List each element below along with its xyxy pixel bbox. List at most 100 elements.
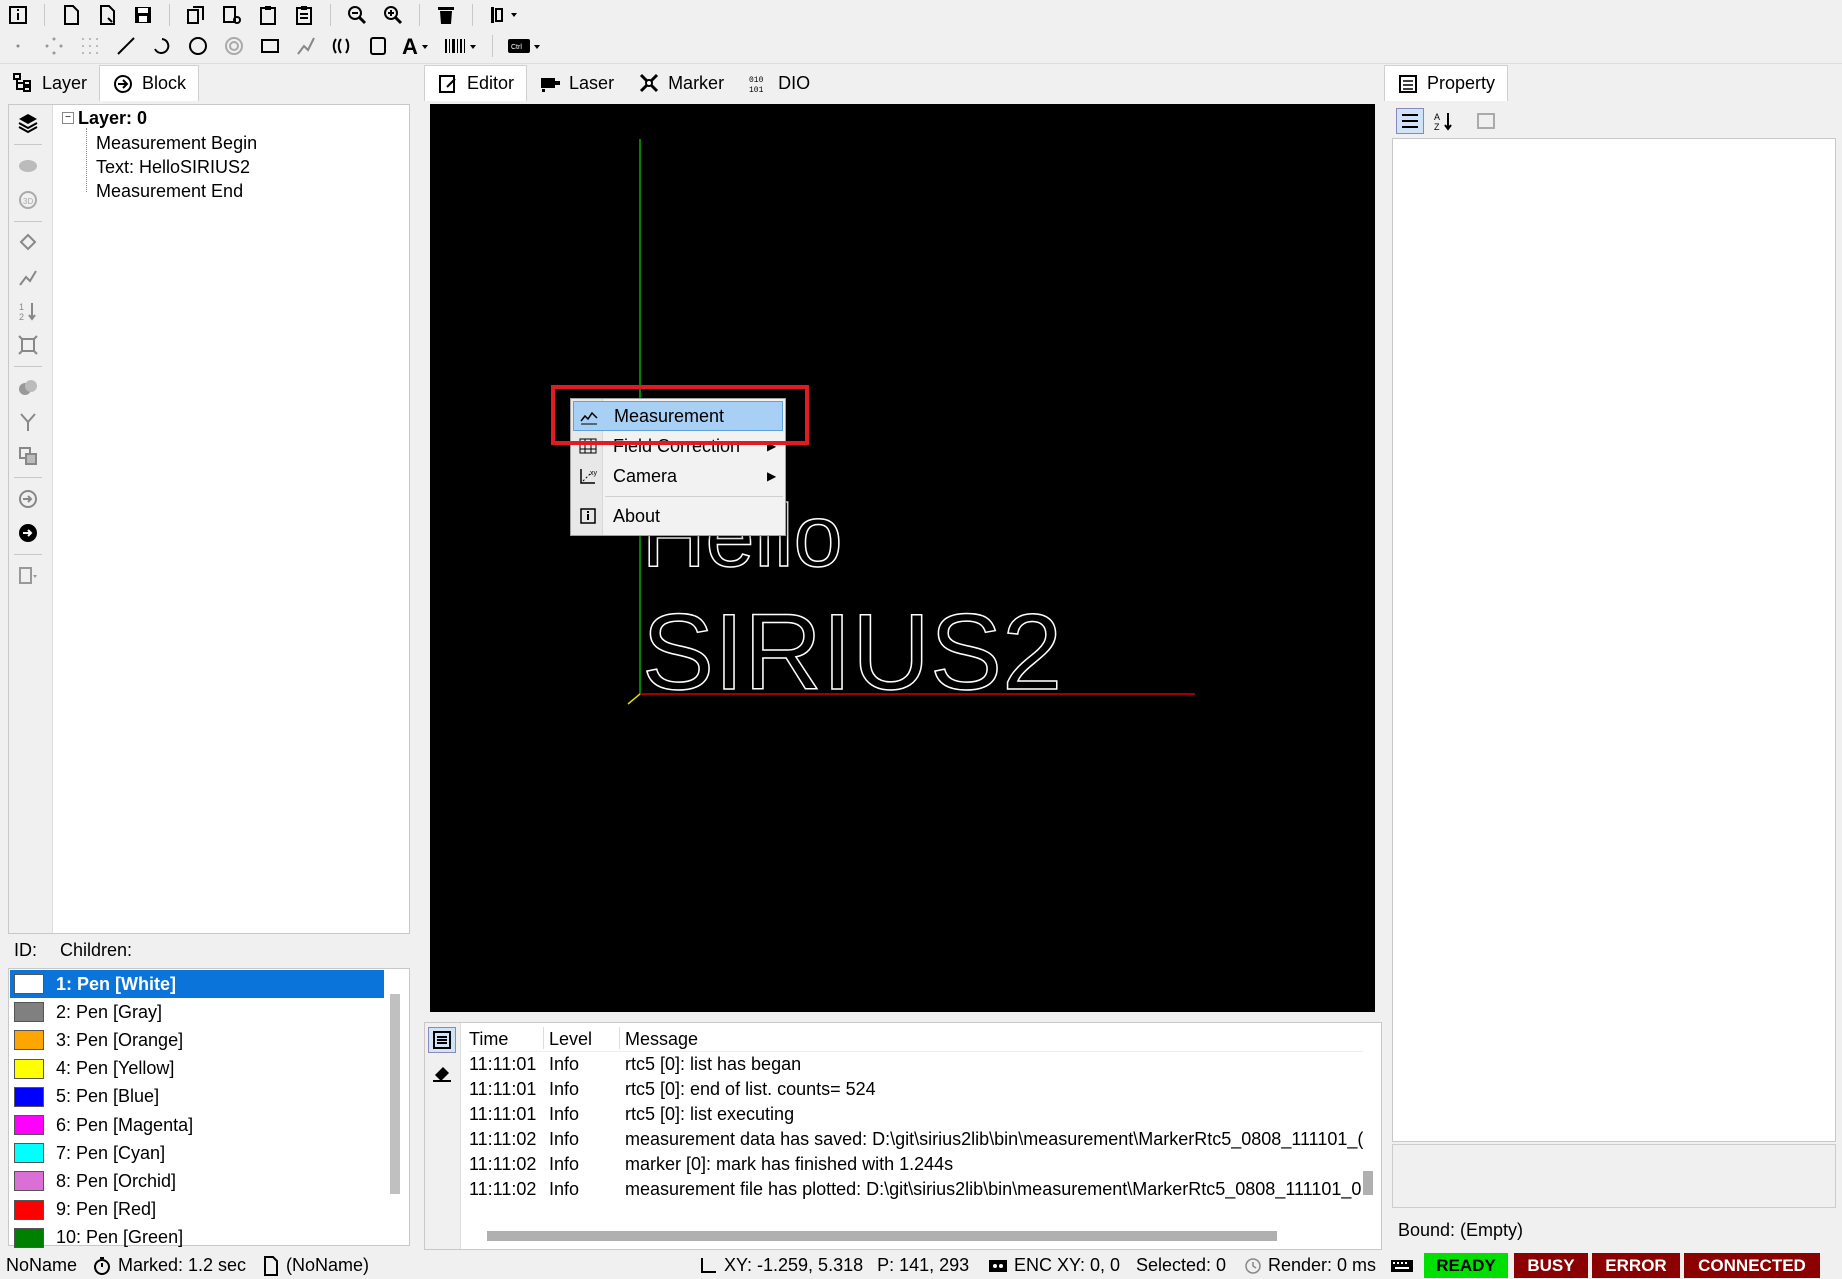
split-icon[interactable] <box>13 409 43 435</box>
merge-icon[interactable] <box>13 443 43 469</box>
barcode-icon[interactable] <box>442 33 480 59</box>
tab-block[interactable]: Block <box>99 65 200 101</box>
log-row[interactable]: 11:11:02 Info measurement file has plotted… <box>469 1177 1363 1202</box>
pen-item[interactable]: 8: Pen [Orchid] <box>10 1167 390 1195</box>
jump-icon[interactable] <box>13 486 43 512</box>
line-icon[interactable] <box>112 33 140 59</box>
text-icon[interactable]: A <box>400 33 434 59</box>
log-row[interactable]: 11:11:01 Info rtc5 [0]: end of list. count… <box>469 1077 1363 1102</box>
svg-text:1: 1 <box>19 302 24 312</box>
toolbar-separator <box>44 4 45 26</box>
pen-item[interactable]: 4: Pen [Yellow] <box>10 1055 390 1083</box>
sort-alpha-icon[interactable]: AZ <box>1430 108 1458 134</box>
circle-icon[interactable] <box>184 33 212 59</box>
keyboard-icon[interactable] <box>1390 1258 1424 1274</box>
categorized-icon[interactable] <box>1396 108 1424 134</box>
tab-layer[interactable]: Layer <box>0 65 99 101</box>
pen-item[interactable]: 7: Pen [Cyan] <box>10 1139 390 1167</box>
rectangle-icon[interactable] <box>256 33 284 59</box>
pen-item[interactable]: 5: Pen [Blue] <box>10 1083 390 1111</box>
new-document-icon[interactable] <box>93 2 121 28</box>
tree-connector <box>86 128 87 192</box>
submenu-arrow-icon: ▶ <box>767 469 777 483</box>
zoom-out-icon[interactable] <box>343 2 371 28</box>
tab-dio[interactable]: 010 101 DIO <box>736 65 822 101</box>
path-icon[interactable] <box>13 264 43 290</box>
tree-item[interactable]: Text: HelloSIRIUS2 <box>96 157 250 178</box>
menu-separator <box>605 496 783 497</box>
tab-property[interactable]: Property <box>1384 65 1509 101</box>
sort-icon[interactable]: 12 <box>13 298 43 324</box>
fill-icon[interactable] <box>13 230 43 256</box>
log-vscroll-thumb[interactable] <box>1363 1171 1373 1195</box>
log-row[interactable]: 11:11:01 Info rtc5 [0]: list executing <box>469 1102 1363 1127</box>
hatch-icon[interactable] <box>13 153 43 179</box>
tree-item[interactable]: Measurement End <box>96 181 243 202</box>
align-icon[interactable] <box>485 2 525 28</box>
spiral-icon[interactable] <box>220 33 248 59</box>
pen-item[interactable]: 3: Pen [Orange] <box>10 1026 390 1054</box>
axis-icon <box>701 1257 716 1273</box>
paste-array-icon[interactable] <box>290 2 318 28</box>
paste-icon[interactable] <box>254 2 282 28</box>
pen-item[interactable]: 1: Pen [White] <box>10 970 384 998</box>
trepan-icon[interactable] <box>328 33 356 59</box>
new-file-icon[interactable] <box>57 2 85 28</box>
pen-label: 2: Pen [Gray] <box>56 1001 163 1022</box>
group-icon[interactable] <box>13 375 43 401</box>
eraser-icon[interactable] <box>428 1059 456 1085</box>
log-row[interactable]: 11:11:02 Info measurement data has saved: … <box>469 1127 1363 1152</box>
tab-editor[interactable]: Editor <box>424 65 528 101</box>
svg-text:3D: 3D <box>23 197 33 206</box>
save-icon[interactable] <box>129 2 157 28</box>
pen-scrollbar[interactable] <box>390 994 400 1194</box>
bound-label: Bound: (Empty) <box>1398 1220 1524 1240</box>
text-entity-sirius2[interactable]: SIRIUS2 <box>641 590 1063 713</box>
ctrl-icon[interactable]: Ctrl <box>505 33 545 59</box>
fit-icon[interactable] <box>13 332 43 358</box>
log-header-message[interactable]: Message <box>625 1029 1363 1050</box>
menu-item-camera[interactable]: xy Camera ▶ <box>573 461 783 491</box>
log-header-level[interactable]: Level <box>549 1029 625 1050</box>
cut-icon[interactable] <box>218 2 246 28</box>
3d-icon[interactable]: 3D <box>13 187 43 213</box>
pen-item[interactable]: 6: Pen [Magenta] <box>10 1111 390 1139</box>
layers-icon[interactable] <box>13 110 43 136</box>
lwpolyline-icon[interactable] <box>292 33 320 59</box>
collapse-icon[interactable]: − <box>62 112 74 124</box>
pen-item[interactable]: 10: Pen [Green] <box>10 1224 390 1252</box>
points-grid-icon[interactable] <box>76 33 104 59</box>
left-tabs: Layer Block <box>0 65 200 101</box>
strip-separator <box>14 366 42 367</box>
right-tabs: Property <box>1384 65 1509 101</box>
ctrl-label: Ctrl <box>511 44 522 51</box>
property-pages-icon[interactable] <box>1472 108 1500 134</box>
points-icon[interactable] <box>40 33 68 59</box>
zoom-in-icon[interactable] <box>379 2 407 28</box>
goto-icon[interactable] <box>13 520 43 546</box>
connected-badge: CONNECTED <box>1684 1253 1820 1278</box>
tab-laser[interactable]: Laser <box>527 65 626 101</box>
log-row[interactable]: 11:11:02 Info marker [0]: mark has finishe… <box>469 1152 1363 1177</box>
property-description <box>1392 1144 1836 1208</box>
log-list-icon[interactable] <box>428 1027 456 1053</box>
menu-item-label: About <box>613 505 661 526</box>
point-icon[interactable] <box>4 33 32 59</box>
pen-item[interactable]: 9: Pen [Red] <box>10 1196 390 1224</box>
log-hscroll-thumb[interactable] <box>487 1231 1277 1241</box>
status-render-label: Render: 0 ms <box>1268 1255 1377 1275</box>
menu-item-about[interactable]: About <box>573 501 783 531</box>
pen-item[interactable]: 2: Pen [Gray] <box>10 998 390 1026</box>
tree-root[interactable]: − Layer: 0 <box>62 108 147 129</box>
image-icon[interactable] <box>364 33 392 59</box>
log-row[interactable]: 11:11:01 Info rtc5 [0]: list has began <box>469 1052 1363 1077</box>
arc-icon[interactable] <box>148 33 176 59</box>
tab-marker[interactable]: Marker <box>626 65 736 101</box>
export-icon[interactable] <box>13 563 43 589</box>
delete-icon[interactable] <box>432 2 460 28</box>
tree-item[interactable]: Measurement Begin <box>96 133 257 154</box>
copy-icon[interactable] <box>182 2 210 28</box>
log-header-time[interactable]: Time <box>469 1029 549 1050</box>
info-icon[interactable] <box>4 2 32 28</box>
editor-canvas[interactable]: Hello SIRIUS2 <box>430 104 1375 1012</box>
